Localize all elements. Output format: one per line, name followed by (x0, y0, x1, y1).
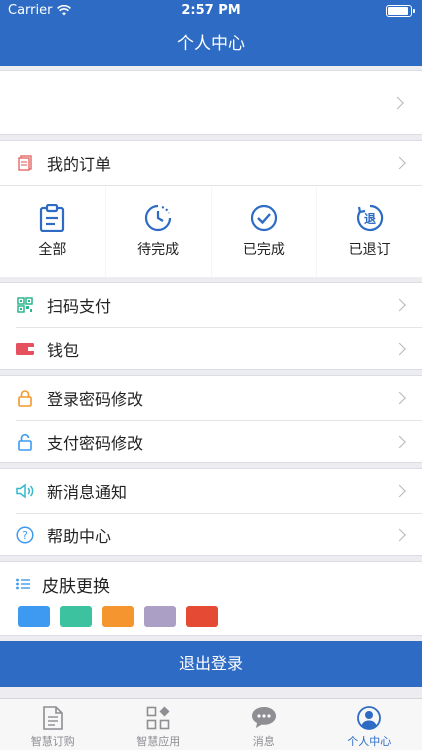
order-completed-button[interactable]: 已完成 (211, 186, 317, 277)
misc-section: 新消息通知 ? 帮助中心 (0, 468, 422, 556)
login-password-row[interactable]: 登录密码修改 (0, 376, 422, 420)
order-status-grid: 全部 待完成 已完成 退 已退订 (0, 185, 422, 277)
logout-label: 退出登录 (178, 654, 243, 673)
wallet-label: 钱包 (47, 341, 80, 360)
clock-icon (145, 204, 172, 232)
svg-text:?: ? (22, 529, 28, 542)
chat-icon (251, 707, 276, 728)
list-icon (16, 578, 34, 590)
order-refunded-label: 已退订 (348, 242, 391, 258)
login-password-label: 登录密码修改 (47, 390, 144, 409)
tab-profile[interactable]: 个人中心 (317, 699, 422, 750)
status-bar: Carrier 2:57 PM (0, 0, 422, 22)
wallet-icon (16, 340, 34, 358)
refund-icon: 退 (356, 204, 383, 232)
my-orders-label: 我的订单 (47, 155, 112, 174)
document-icon (42, 706, 63, 730)
svg-text:退: 退 (364, 212, 376, 226)
profile-card[interactable] (0, 70, 422, 135)
chevron-right-icon (393, 435, 406, 449)
order-pending-label: 待完成 (137, 242, 180, 258)
help-label: 帮助中心 (47, 527, 112, 546)
battery-icon (386, 5, 415, 17)
unlock-icon (16, 433, 34, 451)
order-all-label: 全部 (38, 242, 67, 258)
order-refunded-button[interactable]: 退 已退订 (317, 186, 422, 277)
tab-messages[interactable]: 消息 (211, 699, 317, 750)
help-row[interactable]: ? 帮助中心 (0, 513, 422, 557)
skin-title: 皮肤更换 (42, 576, 110, 597)
skin-swatches (0, 606, 422, 627)
help-icon: ? (16, 526, 34, 544)
skin-section: 皮肤更换 (0, 561, 422, 636)
swatch-red[interactable] (186, 606, 218, 627)
qr-code-icon (16, 296, 34, 314)
page-title: 个人中心 (177, 34, 245, 54)
order-completed-label: 已完成 (242, 242, 285, 258)
speaker-icon (16, 482, 34, 500)
nav-bar: 个人中心 (0, 22, 422, 66)
profile-icon (357, 706, 382, 730)
chevron-right-icon (391, 96, 404, 109)
tab-label: 消息 (252, 735, 275, 748)
notifications-row[interactable]: 新消息通知 (0, 469, 422, 513)
pay-password-label: 支付密码修改 (47, 434, 144, 453)
chevron-right-icon (393, 484, 406, 498)
clipboard-icon (40, 204, 65, 232)
chevron-right-icon (393, 528, 406, 542)
tab-bar: 智慧订购 智慧应用 消息 个人中心 (0, 698, 422, 750)
tab-label: 个人中心 (347, 735, 392, 748)
security-section: 登录密码修改 支付密码修改 (0, 375, 422, 463)
my-orders-row[interactable]: 我的订单 (0, 141, 422, 185)
order-list-icon (16, 154, 34, 172)
notifications-label: 新消息通知 (47, 483, 128, 502)
skin-title-row: 皮肤更换 (0, 562, 422, 606)
tab-smart-apps[interactable]: 智慧应用 (106, 699, 212, 750)
status-time: 2:57 PM (181, 3, 241, 18)
swatch-orange[interactable] (102, 606, 134, 627)
swatch-lavender[interactable] (144, 606, 176, 627)
order-all-button[interactable]: 全部 (0, 186, 105, 277)
wallet-row[interactable]: 钱包 (0, 327, 422, 371)
check-circle-icon (250, 204, 277, 232)
chevron-right-icon (393, 156, 406, 170)
logout-button[interactable]: 退出登录 (0, 641, 422, 687)
chevron-right-icon (393, 342, 406, 356)
chevron-right-icon (393, 298, 406, 312)
swatch-teal[interactable] (60, 606, 92, 627)
scan-pay-row[interactable]: 扫码支付 (0, 283, 422, 327)
tab-smart-order[interactable]: 智慧订购 (0, 699, 106, 750)
lock-icon (16, 389, 34, 407)
tab-label: 智慧应用 (136, 735, 181, 748)
swatch-blue[interactable] (18, 606, 50, 627)
pay-password-row[interactable]: 支付密码修改 (0, 420, 422, 464)
scan-pay-label: 扫码支付 (47, 297, 112, 316)
tab-label: 智慧订购 (30, 735, 75, 748)
orders-section: 我的订单 全部 待完成 已完成 退 已退订 (0, 140, 422, 277)
apps-icon (146, 706, 170, 730)
order-pending-button[interactable]: 待完成 (105, 186, 211, 277)
chevron-right-icon (393, 391, 406, 405)
payment-section: 扫码支付 钱包 (0, 282, 422, 370)
